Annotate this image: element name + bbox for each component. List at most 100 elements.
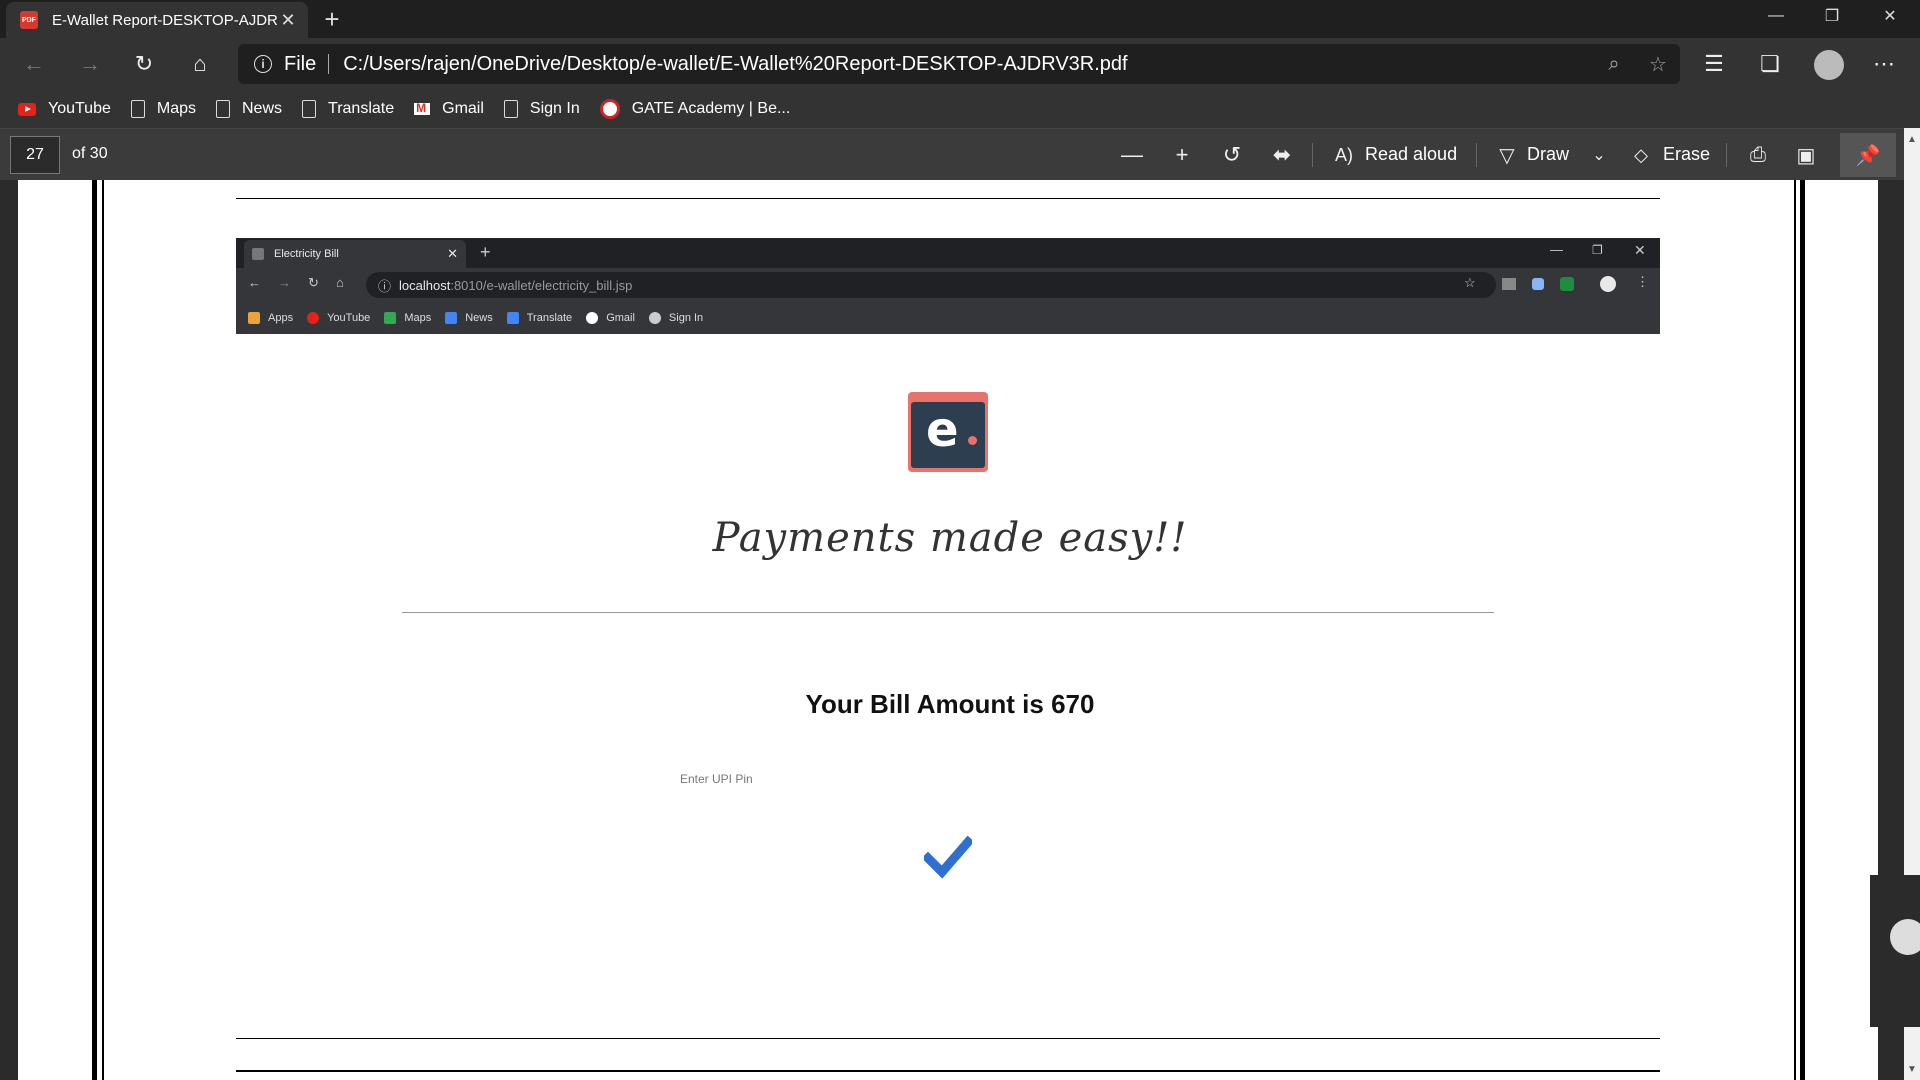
bookmark-label: News: [242, 100, 283, 117]
zoom-in-icon[interactable]: +: [1166, 139, 1198, 171]
collections-icon[interactable]: ❏: [1750, 46, 1790, 82]
bookmark-gmail[interactable]: Gmail: [414, 100, 484, 118]
new-tab-button[interactable]: +: [314, 2, 350, 36]
restore-button[interactable]: ❐: [1804, 0, 1860, 32]
embedded-close-icon: ✕: [447, 246, 458, 261]
embedded-bookmarks-bar: Apps YouTube Maps News Translate Gmail S…: [236, 302, 1660, 334]
bottom-rule: [236, 1038, 1660, 1039]
embedded-back-icon: ←: [248, 275, 261, 290]
embedded-bookmark: News: [445, 312, 493, 324]
close-window-button[interactable]: ✕: [1862, 0, 1918, 32]
embedded-browser-screenshot: Electricity Bill ✕ + — ❐ ✕ ← → ↻ ⌂ ⓘ loc…: [236, 238, 1660, 334]
address-bar[interactable]: i File C:/Users/rajen/OneDrive/Desktop/e…: [238, 44, 1680, 84]
favorites-icon[interactable]: ☰: [1694, 46, 1734, 82]
embedded-extension-icon: [1532, 278, 1544, 290]
pin-toolbar-icon[interactable]: 📌: [1840, 133, 1896, 177]
page-border-left-inner: [102, 180, 104, 1080]
page-icon: [302, 100, 317, 118]
embedded-bookmark: Translate: [506, 312, 572, 324]
toolbar-separator: [1476, 143, 1477, 167]
home-icon[interactable]: ⌂: [180, 46, 220, 82]
bookmark-label: GATE Academy | Be...: [631, 100, 791, 117]
erase-icon[interactable]: ◇: [1628, 139, 1654, 171]
logo-letter: e: [926, 402, 959, 458]
embedded-new-tab-icon: +: [480, 242, 491, 262]
content-divider: [402, 612, 1494, 613]
page-icon: [503, 100, 518, 118]
tab-close-icon[interactable]: ✕: [278, 10, 298, 31]
bookmark-label: YouTube: [48, 100, 111, 117]
bill-amount-heading: Your Bill Amount is 670: [805, 689, 1095, 719]
embedded-favicon: [252, 248, 264, 260]
bookmark-gate-academy[interactable]: GATE Academy | Be...: [599, 99, 791, 119]
embedded-forward-icon: →: [278, 275, 291, 290]
page-icon: [216, 100, 230, 118]
erase-button[interactable]: Erase: [1663, 144, 1710, 165]
profile-avatar[interactable]: [1814, 50, 1844, 80]
bookmark-label: Gmail: [442, 100, 484, 117]
page-icon: [130, 100, 145, 118]
bottom-rule-2: [236, 1070, 1660, 1072]
scheme-label: File: [284, 52, 317, 75]
bookmark-translate[interactable]: Translate: [302, 100, 394, 118]
scroll-down-icon[interactable]: ▼: [1904, 1064, 1920, 1075]
read-aloud-button[interactable]: Read aloud: [1365, 144, 1457, 165]
embedded-bookmark-label: Apps: [268, 312, 294, 324]
google-icon: [586, 312, 599, 324]
url-text[interactable]: C:/Users/rajen/OneDrive/Desktop/e-wallet…: [343, 53, 1592, 76]
draw-button[interactable]: Draw: [1527, 144, 1569, 165]
save-icon[interactable]: ▣: [1790, 139, 1822, 171]
draw-icon[interactable]: ▽: [1494, 139, 1520, 171]
logo-dot: [968, 436, 977, 445]
bookmark-label: Translate: [328, 100, 395, 117]
embedded-bookmark-label: Sign In: [668, 312, 704, 324]
favorite-star-icon[interactable]: ☆: [1636, 52, 1680, 77]
embedded-bookmark: YouTube: [307, 312, 370, 324]
tab-title: E-Wallet Report-DESKTOP-AJDR\: [52, 11, 278, 29]
embedded-refresh-icon: ↻: [308, 275, 319, 290]
scroll-up-icon[interactable]: ▲: [1904, 134, 1920, 145]
embedded-home-icon: ⌂: [336, 275, 344, 290]
zoom-icon[interactable]: ⌕: [1592, 53, 1636, 76]
top-rule: [236, 198, 1660, 199]
bookmark-label: Maps: [156, 100, 196, 117]
embedded-restore-icon: ❐: [1592, 243, 1603, 257]
bookmark-youtube[interactable]: YouTube: [18, 100, 111, 118]
forward-icon[interactable]: →: [70, 46, 110, 82]
upi-pin-label: Enter UPI Pin: [680, 772, 753, 786]
embedded-info-icon: ⓘ: [378, 278, 392, 294]
fit-page-icon[interactable]: ⬌: [1266, 139, 1298, 171]
back-icon[interactable]: ←: [14, 46, 54, 82]
embedded-bookmark-label: Maps: [404, 312, 432, 324]
bookmark-news[interactable]: News: [216, 100, 282, 118]
refresh-icon[interactable]: ↻: [124, 46, 164, 82]
embedded-url-path: :8010/e-wallet/electricity_bill.jsp: [450, 277, 633, 293]
side-panel-tab[interactable]: [1870, 875, 1920, 1027]
read-aloud-icon[interactable]: A): [1330, 139, 1358, 171]
chevron-down-icon[interactable]: ⌄: [1586, 139, 1612, 171]
embedded-bookmark-label: YouTube: [327, 312, 371, 324]
translate-icon: [506, 312, 519, 324]
more-menu-icon[interactable]: ⋯: [1864, 46, 1904, 82]
pdf-icon: PDF: [20, 11, 38, 29]
pdf-toolbar: 27 of 30 — + ↺ ⬌ A) Read aloud ▽ Draw ⌄ …: [0, 128, 1920, 180]
apps-icon: [248, 312, 260, 324]
gate-icon: [599, 99, 620, 119]
embedded-url-bar: ⓘ localhost :8010/e-wallet/electricity_b…: [366, 272, 1496, 298]
ewallet-logo: e: [908, 392, 988, 472]
toolbar-separator: [1312, 143, 1313, 167]
minimize-button[interactable]: —: [1748, 0, 1804, 32]
bookmark-sign-in[interactable]: Sign In: [503, 100, 580, 118]
page-number-input[interactable]: 27: [10, 136, 60, 174]
rotate-icon[interactable]: ↺: [1216, 139, 1248, 171]
page-total: of 30: [72, 145, 108, 162]
embedded-extension-icon: [1560, 277, 1574, 291]
active-tab[interactable]: PDF E-Wallet Report-DESKTOP-AJDR\ ✕: [6, 2, 308, 38]
bookmark-maps[interactable]: Maps: [130, 100, 196, 118]
embedded-bookmark: Maps: [384, 312, 431, 324]
zoom-out-icon[interactable]: —: [1116, 139, 1148, 171]
print-icon[interactable]: ⎙: [1742, 139, 1774, 171]
info-icon[interactable]: i: [254, 55, 272, 73]
cloud-icon: [1890, 919, 1920, 955]
gmail-icon: [414, 101, 431, 115]
